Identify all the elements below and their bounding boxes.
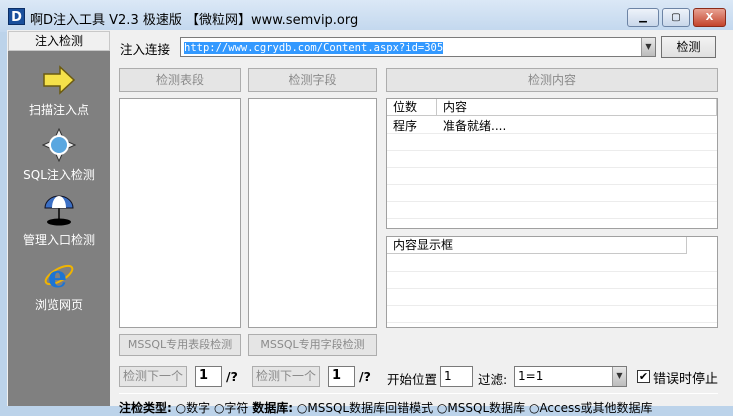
- sidebar-item-browse[interactable]: e 浏览网页: [8, 258, 110, 313]
- content-display-grid[interactable]: 内容显示框: [386, 236, 718, 328]
- column-header-content[interactable]: 内容: [437, 99, 717, 116]
- separator: [119, 393, 718, 394]
- url-label: 注入连接: [120, 42, 171, 57]
- sidebar-item-label: 扫描注入点: [28, 103, 89, 117]
- column-header-digits[interactable]: 位数: [387, 99, 437, 116]
- table-index-input[interactable]: 1: [195, 366, 222, 387]
- sidebar-item-admin[interactable]: 管理入口检测: [8, 193, 110, 248]
- filter-value: 1=1: [518, 369, 544, 383]
- grid-cell: 准备就绪....: [443, 119, 507, 133]
- sidebar-item-label: 浏览网页: [34, 298, 83, 312]
- mssql-fields-button[interactable]: MSSQL专用字段检测: [248, 334, 377, 356]
- fields-list[interactable]: [248, 98, 377, 328]
- start-position-label: 开始位置: [387, 372, 438, 387]
- db-mssql-radio[interactable]: MSSQL数据库: [447, 401, 525, 415]
- close-button[interactable]: X: [693, 8, 726, 27]
- chevron-down-icon[interactable]: ▼: [641, 38, 655, 56]
- detect-content-button[interactable]: 检测内容: [386, 68, 718, 92]
- detect-button[interactable]: 检测: [661, 36, 716, 58]
- detect-fields-button[interactable]: 检测字段: [248, 68, 377, 92]
- sidebar-item-sql[interactable]: SQL注入检测: [8, 128, 110, 183]
- next-table-button[interactable]: 检测下一个: [119, 366, 187, 387]
- filter-combobox[interactable]: 1=1 ▼: [514, 366, 627, 387]
- mssql-tables-button[interactable]: MSSQL专用表段检测: [119, 334, 241, 356]
- chevron-down-icon[interactable]: ▼: [612, 367, 626, 386]
- type-string-radio[interactable]: 字符: [224, 401, 248, 415]
- next-field-button[interactable]: 检测下一个: [252, 366, 320, 387]
- db-label: 数据库:: [252, 401, 294, 415]
- table-count-label: /?: [226, 369, 238, 384]
- field-count-label: /?: [359, 369, 371, 384]
- column-header-content-display[interactable]: 内容显示框: [387, 237, 687, 254]
- detect-tables-button[interactable]: 检测表段: [119, 68, 241, 92]
- tables-list[interactable]: [119, 98, 241, 328]
- window-title: 啊D注入工具 V2.3 极速版 【微粒网】www.semvip.org: [30, 13, 359, 28]
- type-number-radio[interactable]: 数字: [186, 401, 210, 415]
- svg-text:e: e: [48, 260, 67, 292]
- stop-on-error-label: 错误时停止: [653, 372, 719, 387]
- ie-icon: e: [42, 258, 76, 292]
- db-access-radio[interactable]: Access或其他数据库: [539, 401, 652, 415]
- url-combobox[interactable]: http://www.cgrydb.com/Content.aspx?id=30…: [180, 37, 656, 57]
- maximize-button[interactable]: ▢: [662, 8, 690, 27]
- sidebar-tab[interactable]: 注入检测: [8, 31, 110, 51]
- result-grid[interactable]: 位数 内容 程序 准备就绪....: [386, 98, 718, 229]
- sidebar-item-label: 管理入口检测: [22, 233, 95, 247]
- status-row: 注检类型: ○数字 ○字符 数据库: ○MSSQL数据库回错模式 ○MSSQL数…: [119, 401, 653, 415]
- filter-label: 过滤:: [478, 372, 508, 387]
- sidebar: 扫描注入点 SQL注入检测 管理入口检测 e 浏览网页: [8, 51, 110, 406]
- type-label: 注检类型:: [119, 401, 172, 415]
- app-icon: D: [8, 8, 25, 25]
- start-position-input[interactable]: 1: [440, 366, 473, 387]
- title-bar: D 啊D注入工具 V2.3 极速版 【微粒网】www.semvip.org ▁ …: [0, 0, 733, 32]
- url-value: http://www.cgrydb.com/Content.aspx?id=30…: [184, 42, 444, 54]
- umbrella-icon: [42, 193, 76, 227]
- sidebar-item-label: SQL注入检测: [23, 168, 95, 182]
- db-mssql-error-radio[interactable]: MSSQL数据库回错模式: [307, 401, 433, 415]
- stop-on-error-checkbox[interactable]: ✔: [637, 370, 650, 383]
- field-index-input[interactable]: 1: [328, 366, 355, 387]
- minimize-button[interactable]: ▁: [627, 8, 659, 27]
- sidebar-item-scan[interactable]: 扫描注入点: [8, 63, 110, 118]
- compass-icon: [42, 128, 76, 162]
- grid-cell: 程序: [393, 119, 418, 133]
- arrow-right-icon: [42, 63, 76, 97]
